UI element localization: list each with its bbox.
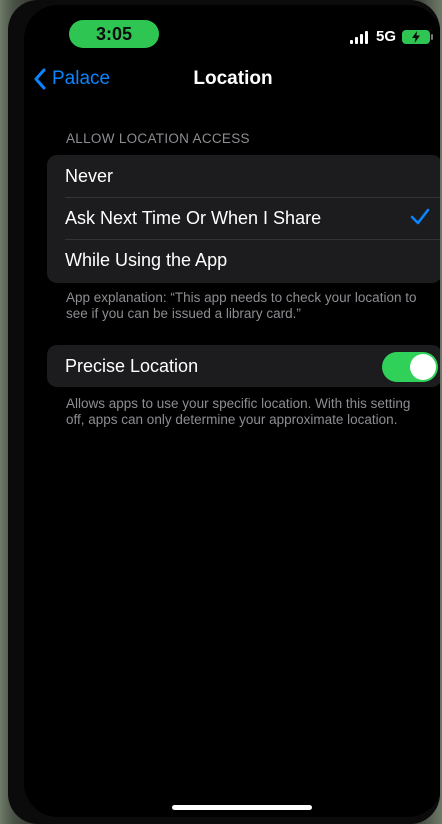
cellular-signal-icon bbox=[349, 30, 368, 44]
precise-location-group: Precise Location bbox=[47, 345, 440, 387]
precise-location-toggle[interactable] bbox=[382, 352, 438, 382]
network-type: 5G bbox=[375, 28, 396, 45]
phone-frame: 3:05 5G Palace Location ALLOW LOCATION A… bbox=[8, 0, 440, 824]
section-header-location-access: ALLOW LOCATION ACCESS bbox=[66, 131, 250, 146]
app-explanation: App explanation: “This app needs to chec… bbox=[66, 290, 417, 321]
battery-charging-icon bbox=[402, 30, 433, 44]
option-label: Ask Next Time Or When I Share bbox=[65, 207, 322, 228]
precise-location-description: Allows apps to use your specific locatio… bbox=[66, 396, 411, 427]
page-title: Location bbox=[193, 68, 273, 89]
checkmark-icon bbox=[410, 208, 430, 225]
option-never[interactable]: Never bbox=[47, 155, 440, 197]
home-indicator[interactable] bbox=[172, 805, 312, 810]
option-label: Never bbox=[65, 165, 114, 186]
status-indicators: 5G bbox=[349, 27, 433, 47]
location-access-options: Never Ask Next Time Or When I Share Whil… bbox=[47, 155, 440, 283]
option-ask-next-time[interactable]: Ask Next Time Or When I Share bbox=[47, 197, 440, 239]
option-label: While Using the App bbox=[65, 249, 228, 270]
toggle-knob bbox=[410, 354, 436, 380]
status-time: 3:05 bbox=[69, 20, 159, 48]
precise-location-label: Precise Location bbox=[65, 355, 199, 376]
screen: 3:05 5G Palace Location ALLOW LOCATION A… bbox=[24, 5, 440, 817]
option-while-using-app[interactable]: While Using the App bbox=[47, 239, 440, 281]
